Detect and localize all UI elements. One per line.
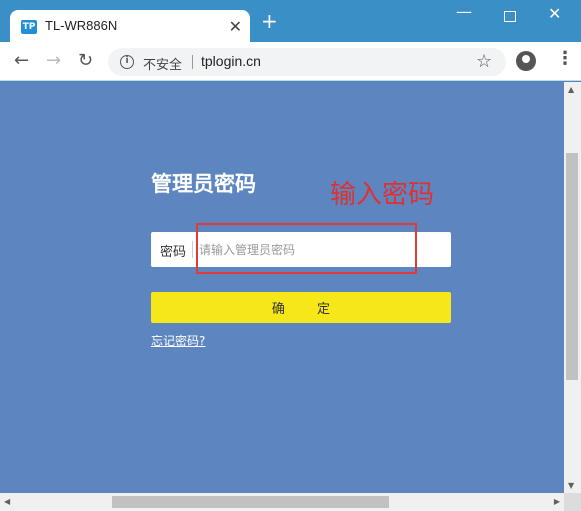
scrollbar-corner bbox=[564, 493, 581, 511]
scroll-down-icon[interactable]: ▼ bbox=[568, 481, 574, 490]
info-icon[interactable]: i bbox=[120, 55, 134, 69]
vertical-scroll-thumb[interactable] bbox=[566, 153, 578, 380]
confirm-button[interactable]: 确 定 bbox=[151, 292, 451, 323]
bookmark-star-icon[interactable]: ☆ bbox=[476, 51, 492, 72]
new-tab-button[interactable]: + bbox=[261, 11, 278, 31]
scroll-up-icon[interactable]: ▲ bbox=[568, 85, 574, 94]
page-title: 管理员密码 bbox=[151, 172, 256, 196]
browser-toolbar: ← → ↻ i 不安全 tplogin.cn ☆ ⋮ bbox=[0, 42, 581, 81]
account-icon[interactable] bbox=[516, 51, 536, 71]
browser-tab[interactable]: TP TL-WR886N ✕ bbox=[10, 10, 250, 43]
tp-link-favicon-icon: TP bbox=[21, 20, 37, 34]
annotation-text: 输入密码 bbox=[330, 180, 435, 210]
vertical-scrollbar[interactable]: ▲ ▼ bbox=[564, 82, 581, 493]
back-arrow-icon[interactable]: ← bbox=[14, 50, 29, 71]
forgot-password-link[interactable]: 忘记密码? bbox=[151, 332, 205, 349]
security-status[interactable]: 不安全 bbox=[143, 54, 182, 73]
address-separator bbox=[192, 55, 193, 69]
forward-arrow-icon[interactable]: → bbox=[46, 50, 61, 71]
address-bar[interactable]: i 不安全 tplogin.cn ☆ bbox=[108, 48, 506, 76]
scroll-left-icon[interactable]: ◀ bbox=[4, 497, 10, 506]
window-minimize-button[interactable]: — bbox=[456, 2, 472, 21]
url-text[interactable]: tplogin.cn bbox=[201, 53, 261, 69]
password-label: 密码 bbox=[160, 245, 187, 260]
scroll-right-icon[interactable]: ▶ bbox=[554, 497, 560, 506]
password-label-separator bbox=[192, 241, 193, 258]
title-bar: TP TL-WR886N ✕ + — ✕ bbox=[0, 0, 581, 43]
tab-title: TL-WR886N bbox=[45, 18, 118, 33]
highlight-box bbox=[196, 223, 417, 274]
horizontal-scroll-thumb[interactable] bbox=[112, 496, 389, 508]
page-content: 管理员密码 输入密码 密码 确 定 忘记密码? bbox=[0, 82, 564, 493]
horizontal-scrollbar[interactable]: ◀ ▶ bbox=[0, 493, 564, 511]
window-close-button[interactable]: ✕ bbox=[548, 4, 561, 23]
menu-icon[interactable]: ⋮ bbox=[556, 48, 574, 69]
window-maximize-button[interactable] bbox=[504, 11, 516, 22]
tab-close-icon[interactable]: ✕ bbox=[229, 17, 242, 36]
reload-icon[interactable]: ↻ bbox=[78, 50, 93, 71]
